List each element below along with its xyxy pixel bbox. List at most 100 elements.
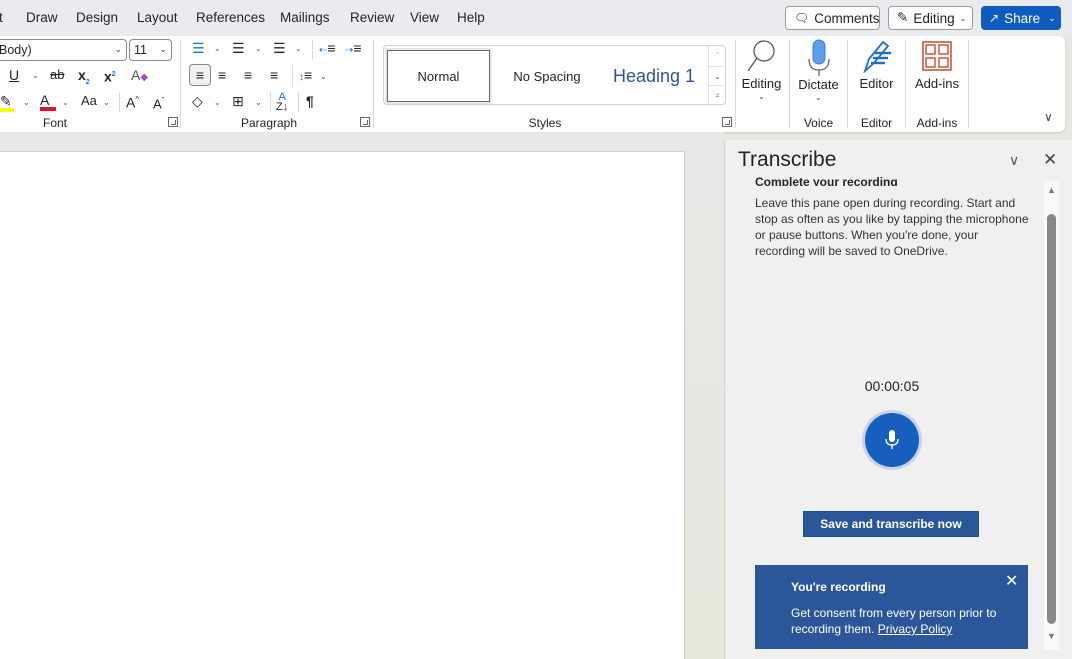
chevron-down-icon[interactable]: ⌄ [255,44,262,53]
paragraph-group-label: Paragraph [240,116,298,130]
divider [312,40,313,60]
numbering-icon[interactable]: ☰ [232,40,245,56]
editor-pen-icon [863,40,891,73]
notification-close-icon[interactable]: ✕ [1005,571,1018,591]
font-color-icon[interactable]: A [40,92,56,111]
multilevel-list-icon[interactable]: ☰ [273,40,286,56]
tab-references[interactable]: References [196,10,265,25]
chevron-down-icon[interactable]: ⌄ [103,98,110,107]
editor-group-label: Editor [860,116,893,130]
show-formatting-marks-icon[interactable]: ¶ [306,93,314,109]
divider [735,40,736,128]
divider [968,40,969,128]
chevron-down-icon: ⌄ [758,92,765,101]
ribbon-expand-chevron-icon[interactable]: ∨ [1044,110,1053,124]
pane-options-chevron-icon[interactable]: ∨ [1009,152,1019,169]
privacy-policy-link[interactable]: Privacy Policy [878,622,953,636]
bullets-icon[interactable]: ☰ [192,40,205,56]
underline-icon[interactable]: U [9,67,19,83]
chevron-down-icon[interactable]: ⌄ [32,71,39,80]
style-normal[interactable]: Normal [385,48,492,104]
decrease-indent-icon[interactable]: ⇠≡ [319,40,336,59]
tab-mailings[interactable]: Mailings [280,10,330,25]
sort-icon[interactable]: A Z↓ [276,92,288,113]
pane-close-icon[interactable]: ✕ [1043,150,1057,170]
recording-timer: 00:00:05 [864,378,920,394]
ribbon: Body) ⌄ 11 ⌄ U ⌄ ab x2 x2 A◆ ✎ ⌄ A ⌄ Aa … [0,36,1065,132]
style-no-spacing[interactable]: No Spacing [494,48,600,104]
share-dropdown-chevron-icon[interactable]: ⌄ [1043,13,1061,24]
document-page[interactable] [0,151,685,659]
chevron-down-icon[interactable]: ⌄ [23,98,30,107]
chevron-down-icon[interactable]: ⌄ [255,98,262,107]
chevron-down-icon[interactable]: ⌄ [214,44,221,53]
line-spacing-icon[interactable]: ↕≡ [299,67,312,86]
borders-icon[interactable]: ⊞ [232,93,244,109]
tab-view[interactable]: View [410,10,439,25]
add-ins-button[interactable]: Add-ins [910,36,964,112]
align-center-icon[interactable]: ≡ [218,67,226,83]
scroll-down-arrow-icon[interactable]: ▼ [1046,631,1057,641]
chevron-down-icon[interactable]: ⌄ [214,98,221,107]
font-dialog-launcher-icon[interactable] [168,117,178,127]
editing-mode-button[interactable]: ✎ Editing ⌄ [888,6,973,30]
subscript-icon[interactable]: x2 [78,67,90,91]
clear-formatting-icon[interactable]: A◆ [131,67,148,86]
chevron-down-icon[interactable]: ⌄ [295,44,302,53]
dictate-button[interactable]: Dictate ⌄ [795,36,842,112]
recording-notification: You're recording ✕ Get consent from ever… [755,565,1028,649]
chevron-down-icon[interactable]: ⌄ [62,98,69,107]
font-name-combo[interactable]: Body) ⌄ [0,39,127,61]
font-size-combo[interactable]: 11 ⌄ [129,39,172,61]
add-ins-group-label: Add-ins [916,116,958,130]
editing-button[interactable]: Editing ⌄ [738,36,785,112]
justify-icon[interactable]: ≡ [270,67,278,83]
divider [180,40,181,128]
tab-insert[interactable]: t [0,10,3,25]
tab-review[interactable]: Review [350,10,394,25]
divider [905,40,906,128]
tab-design[interactable]: Design [76,10,118,25]
align-left-icon[interactable]: ≡ [189,64,211,86]
comments-button[interactable]: 🗨︎ Comments [785,6,880,30]
comment-icon: 🗨︎ [794,11,810,25]
gallery-more-icon[interactable]: ⩡ [708,85,726,104]
notification-title: You're recording [791,580,886,594]
increase-indent-icon[interactable]: ⇢≡ [345,40,362,59]
styles-dialog-launcher-icon[interactable] [722,117,732,127]
paragraph-dialog-launcher-icon[interactable] [360,117,370,127]
shrink-font-icon[interactable]: Aˇ [153,93,164,112]
microphone-icon [885,430,899,449]
shading-icon[interactable]: ◇ [192,93,203,109]
transcribe-pane: Transcribe ∨ ✕ Complete your recording L… [724,140,1072,659]
chevron-down-icon: ⌄ [159,44,167,54]
section-body: Leave this pane open during recording. S… [755,196,1029,258]
highlight-icon[interactable]: ✎ [0,93,14,112]
tab-layout[interactable]: Layout [137,10,178,25]
superscript-icon[interactable]: x2 [104,67,116,85]
divider [847,40,848,128]
save-and-transcribe-button[interactable]: Save and transcribe now [803,511,979,537]
strikethrough-icon[interactable]: ab [50,67,64,83]
gallery-scroll-up-icon[interactable]: ⌃ [708,46,726,65]
align-right-icon[interactable]: ≡ [244,67,252,83]
editor-button[interactable]: Editor [853,36,900,112]
divider [270,92,271,112]
grow-font-icon[interactable]: A^ [126,92,139,111]
voice-group-label: Voice [803,116,834,130]
share-icon: ↗ [989,11,1000,25]
record-pause-button[interactable] [865,413,919,467]
style-heading-1[interactable]: Heading 1 [600,48,708,104]
tab-draw[interactable]: Draw [26,10,58,25]
scroll-up-arrow-icon[interactable]: ▲ [1046,185,1057,195]
tab-help[interactable]: Help [457,10,485,25]
pane-scrollbar[interactable]: ▲ ▼ [1044,181,1059,650]
scroll-thumb[interactable] [1047,214,1056,624]
microphone-icon [808,39,830,76]
add-ins-grid-icon [922,41,952,71]
chevron-down-icon[interactable]: ⌄ [320,72,327,81]
share-button[interactable]: ↗ Share ⌄ [981,6,1061,30]
divider [298,92,299,112]
gallery-scroll-down-icon[interactable]: ⌄ [708,66,726,85]
change-case-icon[interactable]: Aa [81,93,97,109]
